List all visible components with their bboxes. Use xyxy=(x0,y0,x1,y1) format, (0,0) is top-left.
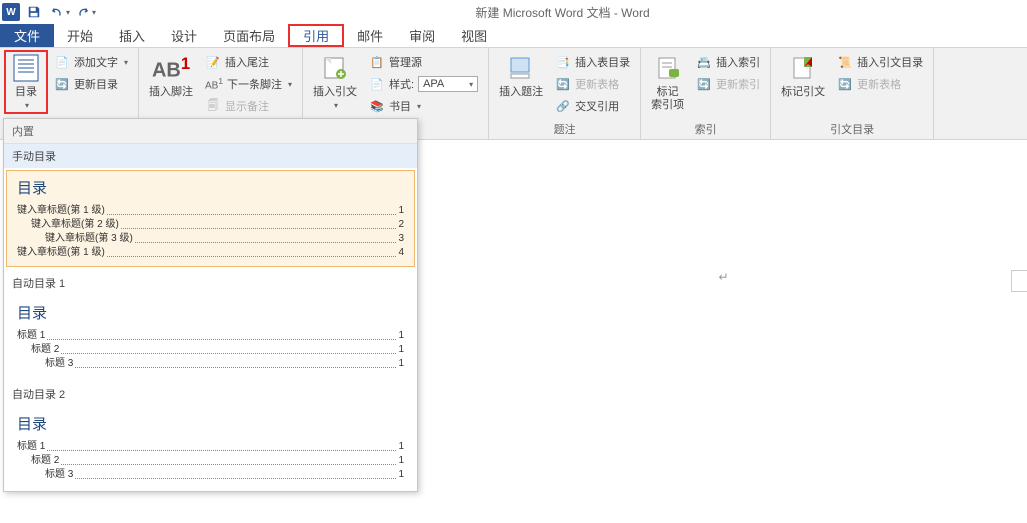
document-area[interactable]: ↵ xyxy=(420,150,1027,523)
index-icon: 📇 xyxy=(696,54,712,70)
update-table-button: 🔄更新表格 xyxy=(551,74,634,94)
ribbon-tabs: 文件 开始 插入 设计 页面布局 引用 邮件 审阅 视图 xyxy=(0,24,1027,48)
group-label-captions: 题注 xyxy=(493,119,636,139)
gallery-header-builtin: 内置 xyxy=(4,119,417,144)
toc-option-auto2[interactable]: 目录 标题 11 标题 21 标题 31 xyxy=(6,406,415,489)
tab-insert[interactable]: 插入 xyxy=(106,24,158,47)
tab-mailings[interactable]: 邮件 xyxy=(344,24,396,47)
update-icon: 🔄 xyxy=(555,76,571,92)
toc-option-auto1[interactable]: 目录 标题 11 标题 21 标题 31 xyxy=(6,295,415,378)
tab-home[interactable]: 开始 xyxy=(54,24,106,47)
toc-gallery-dropdown: 内置 手动目录 目录 键入章标题(第 1 级)1 键入章标题(第 2 级)2 键… xyxy=(3,118,418,492)
cross-ref-button[interactable]: 🔗交叉引用 xyxy=(551,96,634,116)
gallery-label-auto1: 自动目录 1 xyxy=(4,269,417,293)
endnote-icon: 📝 xyxy=(205,54,221,70)
toa-icon: 📜 xyxy=(837,54,853,70)
page-edge xyxy=(1011,270,1027,292)
style-icon: 📄 xyxy=(369,76,385,92)
notes-icon: 🗐 xyxy=(205,98,221,114)
insert-index-button[interactable]: 📇插入索引 xyxy=(692,52,764,72)
update-toa-icon: 🔄 xyxy=(837,76,853,92)
insert-citation-button[interactable]: 插入引文▾ xyxy=(307,50,363,114)
crossref-icon: 🔗 xyxy=(555,98,571,114)
title-bar: W ▾ ▾ 新建 Microsoft Word 文档 - Word xyxy=(0,0,1027,24)
mark-citation-icon xyxy=(787,52,819,84)
group-label-toa: 引文目录 xyxy=(775,119,929,139)
tab-review[interactable]: 审阅 xyxy=(396,24,448,47)
group-label-index: 索引 xyxy=(645,119,766,139)
update-toa-button: 🔄更新表格 xyxy=(833,74,927,94)
window-title: 新建 Microsoft Word 文档 - Word xyxy=(98,4,1027,21)
save-icon[interactable] xyxy=(22,1,46,23)
manage-icon: 📋 xyxy=(369,54,385,70)
tab-layout[interactable]: 页面布局 xyxy=(210,24,288,47)
tab-references[interactable]: 引用 xyxy=(288,24,344,47)
group-captions: 插入题注 📑插入表目录 🔄更新表格 🔗交叉引用 题注 xyxy=(489,48,641,139)
undo-icon[interactable]: ▾ xyxy=(48,1,72,23)
biblio-icon: 📚 xyxy=(369,98,385,114)
add-text-button[interactable]: 📄添加文字▾ xyxy=(50,52,132,72)
toc-button[interactable]: 目录▾ xyxy=(4,50,48,114)
app-icon: W xyxy=(2,3,20,21)
update-index-button: 🔄更新索引 xyxy=(692,74,764,94)
bibliography-button[interactable]: 📚书目▾ xyxy=(365,96,482,116)
insert-endnote-button[interactable]: 📝插入尾注 xyxy=(201,52,296,72)
tof-icon: 📑 xyxy=(555,54,571,70)
group-index: 标记 索引项 📇插入索引 🔄更新索引 索引 xyxy=(641,48,771,139)
tab-design[interactable]: 设计 xyxy=(158,24,210,47)
insert-caption-button[interactable]: 插入题注 xyxy=(493,50,549,101)
cursor-icon: ↵ xyxy=(718,270,728,284)
insert-footnote-button[interactable]: AB1 插入脚注 xyxy=(143,50,199,101)
manage-sources-button[interactable]: 📋管理源 xyxy=(365,52,482,72)
tab-file[interactable]: 文件 xyxy=(0,24,54,47)
toc-option-manual[interactable]: 目录 键入章标题(第 1 级)1 键入章标题(第 2 级)2 键入章标题(第 3… xyxy=(6,170,415,267)
citation-style-select[interactable]: 📄样式: APA▾ xyxy=(365,74,482,94)
citation-icon xyxy=(319,52,351,84)
show-notes-button: 🗐显示备注 xyxy=(201,96,296,116)
tab-view[interactable]: 视图 xyxy=(448,24,500,47)
mark-entry-button[interactable]: 标记 索引项 xyxy=(645,50,690,114)
group-toa: 标记引文 📜插入引文目录 🔄更新表格 引文目录 xyxy=(771,48,934,139)
redo-icon[interactable]: ▾ xyxy=(74,1,98,23)
insert-tof-button[interactable]: 📑插入表目录 xyxy=(551,52,634,72)
mark-citation-button[interactable]: 标记引文 xyxy=(775,50,831,101)
footnote-icon: AB1 xyxy=(155,52,187,84)
next-footnote-button[interactable]: AB1下一条脚注▾ xyxy=(201,74,296,94)
caption-icon xyxy=(505,52,537,84)
gallery-label-auto2: 自动目录 2 xyxy=(4,380,417,404)
update-toc-button[interactable]: 🔄更新目录 xyxy=(50,74,132,94)
refresh-icon: 🔄 xyxy=(54,76,70,92)
insert-toa-button[interactable]: 📜插入引文目录 xyxy=(833,52,927,72)
add-text-icon: 📄 xyxy=(54,54,70,70)
mark-entry-icon xyxy=(652,52,684,84)
update-index-icon: 🔄 xyxy=(696,76,712,92)
toc-icon xyxy=(10,52,42,84)
gallery-label-manual: 手动目录 xyxy=(4,144,417,168)
